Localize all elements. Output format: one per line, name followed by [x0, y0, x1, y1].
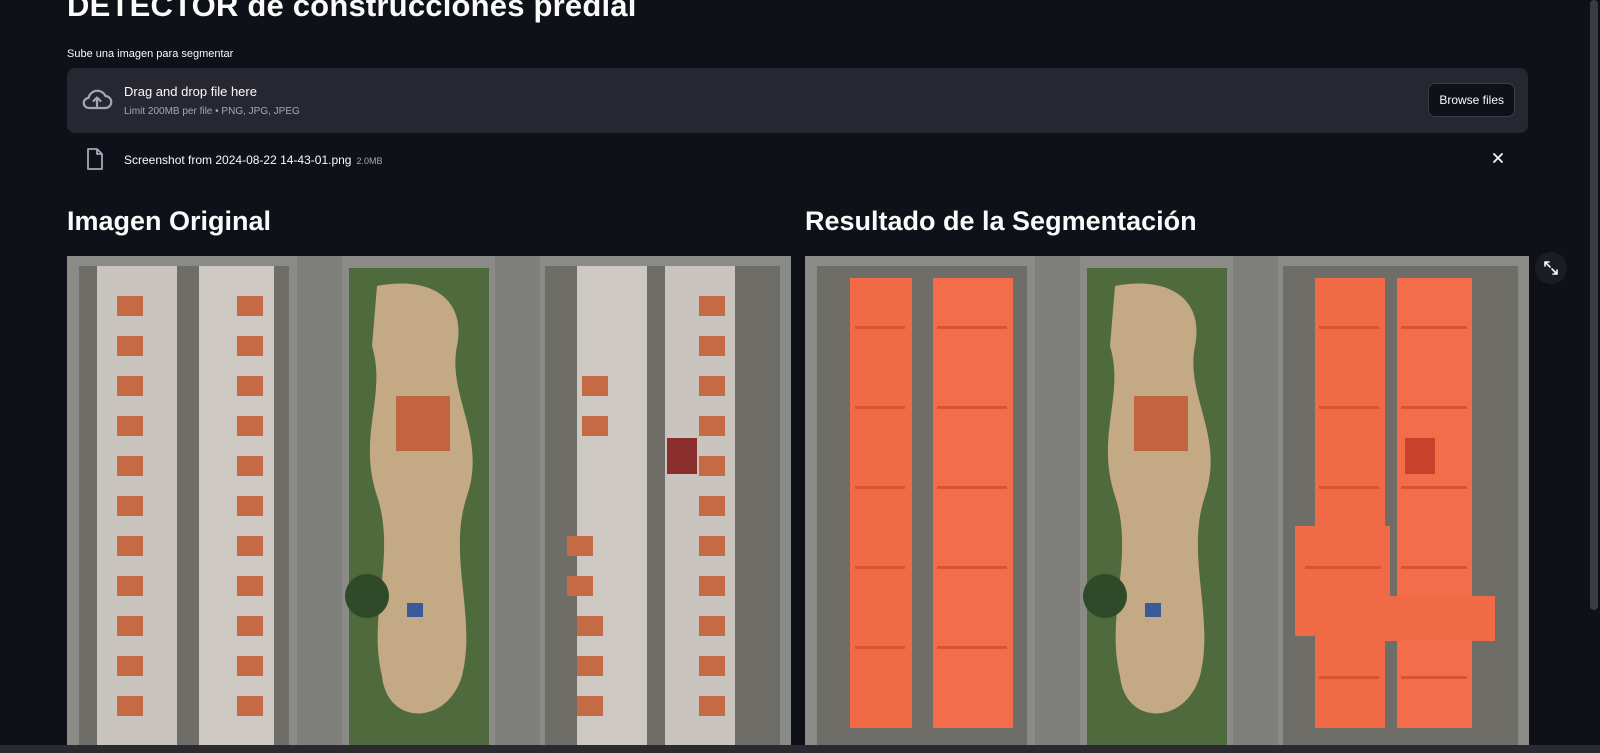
dropzone-instructions: Drag and drop file here	[124, 84, 257, 99]
aerial-image-segmented-drawing	[805, 256, 1529, 746]
original-aerial-image	[67, 256, 791, 746]
segmentation-result-image	[805, 256, 1529, 746]
aerial-image-original-drawing	[67, 256, 791, 746]
file-name-text: Screenshot from 2024-08-22 14-43-01.png	[124, 153, 352, 167]
file-dropzone[interactable]: Drag and drop file here Limit 200MB per …	[67, 68, 1528, 133]
uploader-label: Sube una imagen para segmentar	[67, 48, 234, 60]
streamlit-app: DETECTOR de construcciones predial Sube …	[0, 0, 1600, 753]
page-title: DETECTOR de construcciones predial	[67, 0, 637, 23]
page-scrollbar[interactable]	[1588, 0, 1600, 753]
uploaded-file-row: Screenshot from 2024-08-22 14-43-01.png 2…	[67, 143, 1528, 177]
segmentation-result-title: Resultado de la Segmentación	[805, 206, 1197, 236]
dropzone-limit-hint: Limit 200MB per file • PNG, JPG, JPEG	[124, 106, 300, 117]
uploaded-file-name: Screenshot from 2024-08-22 14-43-01.png 2…	[124, 153, 383, 167]
cloud-upload-icon	[82, 89, 113, 110]
expand-icon	[1544, 261, 1558, 275]
original-image-title: Imagen Original	[67, 206, 272, 236]
bottom-taskbar-strip	[0, 745, 1600, 753]
close-icon[interactable]	[1490, 150, 1506, 166]
file-size: 2.0MB	[356, 156, 383, 166]
fullscreen-button[interactable]	[1535, 252, 1567, 284]
browse-files-button[interactable]: Browse files	[1428, 83, 1515, 117]
file-icon	[87, 148, 103, 170]
scrollbar-thumb[interactable]	[1590, 0, 1598, 610]
